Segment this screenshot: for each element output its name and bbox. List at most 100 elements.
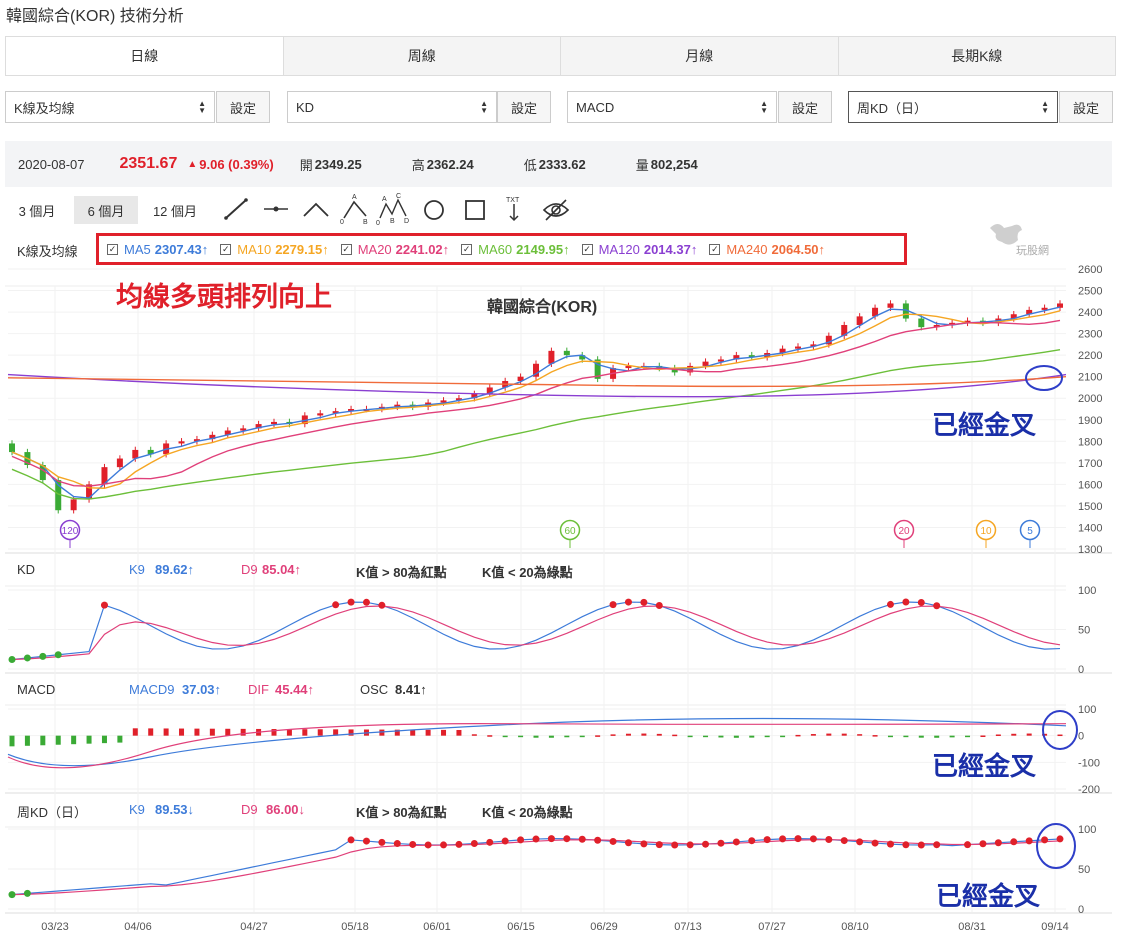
- settings-button[interactable]: 設定: [216, 91, 270, 123]
- range-3m-button[interactable]: 3 個月: [6, 196, 68, 224]
- kd-red-dot: [609, 601, 617, 609]
- circle-tool-icon[interactable]: [424, 200, 444, 220]
- x-tick-label: 04/27: [240, 921, 268, 933]
- wkd-red-dot: [1010, 838, 1018, 846]
- kd-k-line: [11, 601, 1061, 661]
- ma-name: MA5: [124, 241, 151, 257]
- tab-daily[interactable]: 日線: [6, 37, 283, 75]
- wkd-red-dot: [779, 835, 787, 843]
- candle-body: [702, 361, 709, 366]
- x-tick-label: 07/13: [674, 921, 702, 933]
- ma-legend-item[interactable]: ✓ MA60 2149.95↑: [461, 242, 570, 257]
- y-tick-label: 1700: [1078, 458, 1102, 470]
- settings-button[interactable]: 設定: [1059, 91, 1113, 123]
- line-tool-icon[interactable]: [224, 198, 248, 220]
- macd-osc-bar: [764, 735, 770, 738]
- macd-osc-bar: [718, 735, 724, 738]
- angle-tool-icon[interactable]: [303, 202, 329, 217]
- macd-osc-bar: [780, 735, 786, 738]
- wkd-d-label: D9: [241, 802, 258, 817]
- tab-long-term[interactable]: 長期K線: [837, 37, 1116, 75]
- wkd-red-dot: [547, 835, 555, 843]
- wkd-green-dot: [23, 889, 31, 897]
- wkd-red-dot: [809, 835, 817, 843]
- wkd-red-dot: [748, 837, 756, 845]
- checkbox-icon[interactable]: ✓: [709, 243, 721, 255]
- ma-legend-item[interactable]: ✓ MA240 2064.50↑: [709, 242, 825, 257]
- main-indicator-select[interactable]: K線及均線 ▲ ▼: [5, 91, 215, 123]
- osc-value: 8.41↑: [395, 682, 427, 697]
- osc-label: OSC: [360, 682, 389, 697]
- y-tick-label: 50: [1078, 625, 1090, 637]
- y-tick-label: 0: [1078, 904, 1084, 916]
- wkd-red-dot: [979, 840, 987, 848]
- wkd-red-dot: [825, 836, 833, 844]
- macd-osc-bar: [903, 735, 909, 738]
- checkbox-icon[interactable]: ✓: [581, 243, 593, 255]
- tool-letter: 0: [376, 220, 380, 227]
- abc-pattern-icon[interactable]: 0 A B: [340, 194, 368, 226]
- kd-green-dot: [23, 654, 31, 662]
- candle-body: [563, 350, 570, 356]
- y-tick-label: 100: [1078, 824, 1096, 836]
- wkd-red-dot: [886, 840, 894, 848]
- ma-legend-item[interactable]: ✓ MA10 2279.15↑: [220, 242, 329, 257]
- y-tick-label: 50: [1078, 864, 1090, 876]
- horizontal-line-icon[interactable]: [264, 206, 288, 212]
- macd-osc-bar: [9, 735, 15, 747]
- candle-body: [178, 441, 185, 444]
- kd-red-dot: [655, 602, 663, 610]
- kd-red-dot: [640, 598, 648, 606]
- text-tool-icon[interactable]: TXT: [506, 197, 520, 222]
- abcd-pattern-icon[interactable]: 0 A C B D: [376, 193, 409, 227]
- hide-eye-icon[interactable]: [542, 199, 570, 221]
- tab-weekly[interactable]: 周線: [282, 37, 561, 75]
- macd-osc-bar: [625, 733, 631, 736]
- settings-button[interactable]: 設定: [778, 91, 832, 123]
- golden-cross-circle: [1042, 710, 1078, 750]
- rectangle-tool-icon[interactable]: [465, 200, 485, 220]
- kd-rule-red: K值 > 80為紅點: [356, 565, 447, 580]
- checkbox-icon[interactable]: ✓: [340, 243, 352, 255]
- wkd-k-value: 89.53↓: [155, 802, 195, 817]
- candle-body: [70, 499, 77, 511]
- ma-name: MA120: [598, 241, 640, 257]
- ma-line: [11, 310, 1061, 489]
- checkbox-icon[interactable]: ✓: [220, 243, 232, 255]
- macd-osc-bar: [733, 735, 739, 738]
- macd-osc-bar: [1057, 734, 1063, 737]
- macd-osc-bar: [86, 735, 92, 744]
- checkbox-icon[interactable]: ✓: [107, 243, 118, 255]
- ma-legend-item[interactable]: ✓ MA20 2241.02↑: [340, 242, 449, 257]
- updown-icon: ▲ ▼: [760, 99, 768, 115]
- tab-monthly[interactable]: 月線: [560, 37, 838, 75]
- settings-button[interactable]: 設定: [497, 91, 551, 123]
- range-12m-button[interactable]: 12 個月: [143, 196, 207, 224]
- tool-letter: A: [382, 196, 387, 203]
- wkd-red-dot: [933, 841, 941, 849]
- volume-value: 802,254: [650, 156, 698, 172]
- wkd-green-dot: [8, 891, 16, 899]
- golden-cross-annotation-main: 已經金叉: [932, 411, 1037, 441]
- range-6m-button[interactable]: 6 個月: [74, 196, 138, 224]
- select-value: K線及均線: [14, 100, 75, 116]
- macd-osc-bar: [918, 735, 924, 738]
- macd-osc-bar: [117, 735, 123, 743]
- kd-red-dot: [378, 601, 386, 609]
- up-triangle-icon: ▲: [187, 158, 198, 170]
- bullish-ma-annotation: 均線多頭排列向上: [116, 282, 332, 313]
- checkbox-icon[interactable]: ✓: [461, 243, 473, 255]
- candle-body: [317, 413, 324, 416]
- indicator3-select[interactable]: MACD ▲ ▼: [567, 91, 777, 123]
- macd-osc-bar: [965, 735, 971, 738]
- macd-osc-bar: [471, 734, 477, 736]
- macd-osc-bar: [949, 735, 955, 738]
- wkd-red-dot: [871, 839, 879, 847]
- indicator4-select[interactable]: 周KD（日） ▲ ▼: [848, 91, 1058, 123]
- ma-legend-item[interactable]: ✓ MA5 2307.43↑: [107, 242, 208, 257]
- indicator2-select[interactable]: KD ▲ ▼: [287, 91, 497, 123]
- macd-osc-bar: [24, 735, 30, 746]
- macd-osc-bar: [317, 729, 323, 736]
- ma-legend-item[interactable]: ✓ MA120 2014.37↑: [581, 241, 697, 257]
- golden-cross-circle: [1036, 823, 1076, 869]
